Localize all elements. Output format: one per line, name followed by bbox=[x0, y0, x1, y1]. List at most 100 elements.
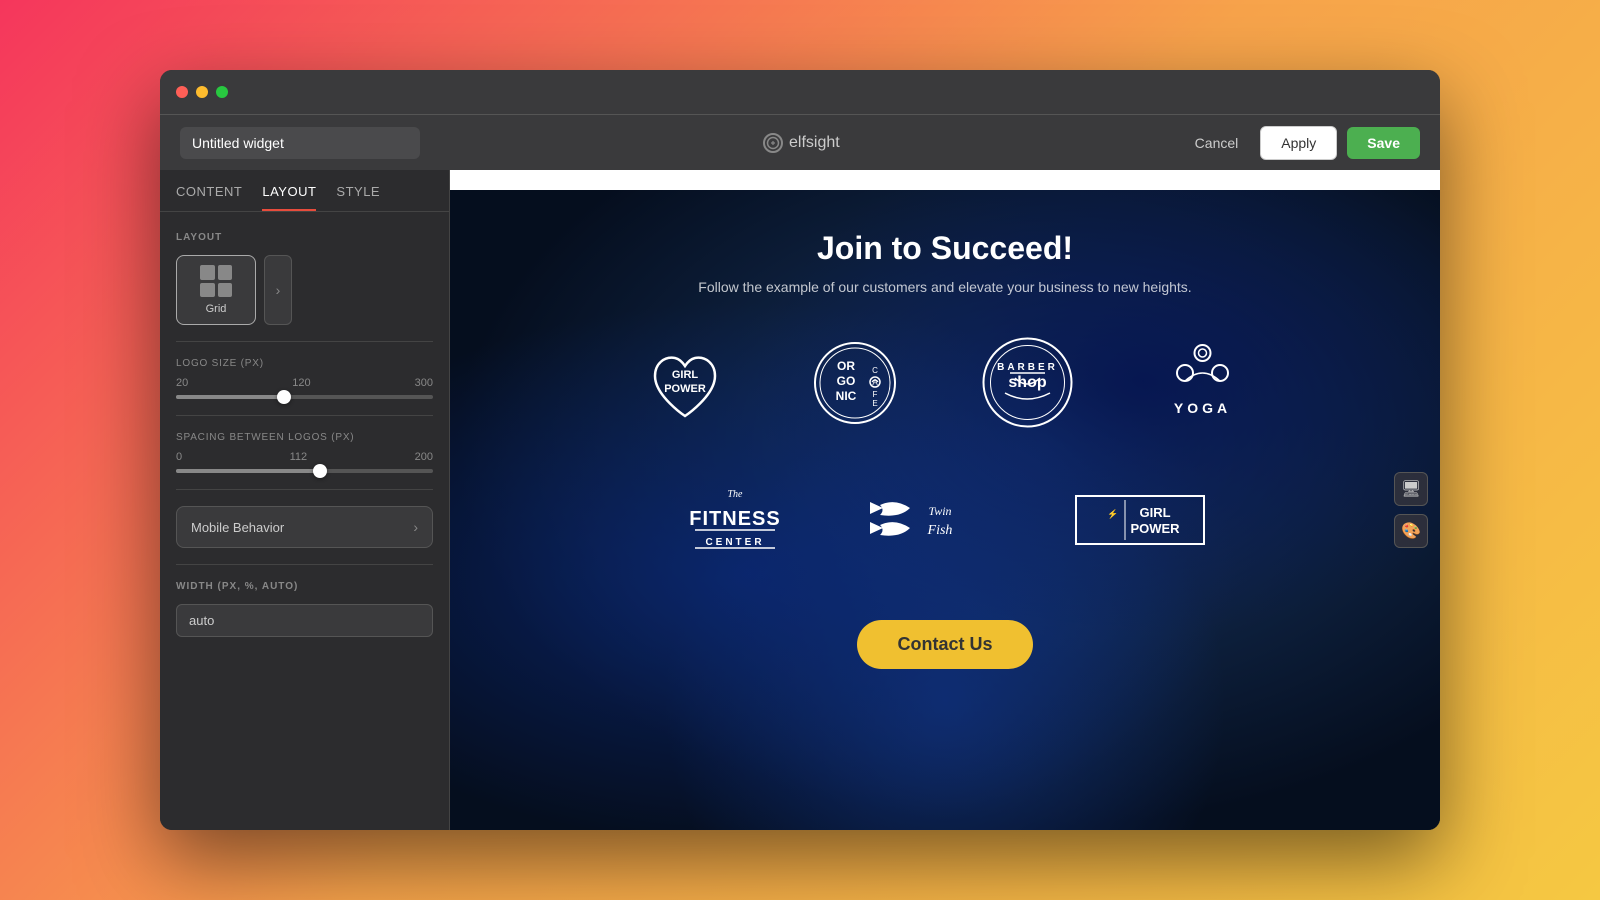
svg-text:GIRL: GIRL bbox=[672, 369, 699, 381]
logo-barber: BARBER shop bbox=[980, 335, 1075, 430]
apply-button[interactable]: Apply bbox=[1260, 126, 1337, 160]
traffic-lights bbox=[176, 86, 228, 98]
svg-text:Fish: Fish bbox=[927, 523, 953, 538]
svg-text:GIRL: GIRL bbox=[1139, 505, 1170, 520]
logo-size-fill bbox=[176, 395, 284, 399]
width-input[interactable] bbox=[176, 604, 433, 637]
spacing-label: SPACING BETWEEN LOGOS (PX) bbox=[176, 432, 433, 443]
logo-girl-power-2: ⚡ GIRL POWER bbox=[1075, 495, 1205, 545]
contact-button[interactable]: Contact Us bbox=[857, 620, 1032, 669]
svg-text:F: F bbox=[873, 390, 878, 399]
svg-text:FITNESS: FITNESS bbox=[689, 508, 780, 530]
logo-size-range-labels: 20 120 300 bbox=[176, 377, 433, 389]
preview-top-bar bbox=[450, 170, 1440, 190]
spacing-thumb[interactable] bbox=[313, 464, 327, 478]
cancel-button[interactable]: Cancel bbox=[1183, 127, 1251, 159]
mobile-behavior-row[interactable]: Mobile Behavior › bbox=[176, 506, 433, 548]
monitor-tool-button[interactable]: 🖥 bbox=[1394, 472, 1428, 506]
svg-text:POWER: POWER bbox=[1130, 521, 1180, 536]
layout-options-row: Grid › bbox=[176, 255, 433, 325]
tab-style[interactable]: STYLE bbox=[336, 184, 380, 211]
logo-row-1: GIRL POWER OR GO NIC bbox=[640, 335, 1250, 430]
grid-cell bbox=[200, 265, 215, 280]
svg-text:GO: GO bbox=[837, 374, 856, 388]
preview-subheading: Follow the example of our customers and … bbox=[698, 279, 1191, 295]
logo-organic: OR GO NIC C A F E bbox=[810, 338, 900, 428]
layout-section-label: LAYOUT bbox=[176, 232, 433, 243]
spacing-track[interactable] bbox=[176, 469, 433, 473]
theme-tool-button[interactable]: 🎨 bbox=[1394, 514, 1428, 548]
svg-text:OR: OR bbox=[837, 359, 855, 373]
layout-grid-card[interactable]: Grid bbox=[176, 255, 256, 325]
sidebar-tabs: CONTENT LAYOUT STYLE bbox=[160, 170, 449, 212]
logo-size-label: LOGO SIZE (PX) bbox=[176, 358, 433, 369]
tab-content[interactable]: CONTENT bbox=[176, 184, 242, 211]
save-button[interactable]: Save bbox=[1347, 127, 1420, 159]
svg-text:⚡: ⚡ bbox=[1107, 508, 1118, 520]
mobile-behavior-chevron: › bbox=[413, 519, 418, 535]
spacing-range-labels: 0 112 200 bbox=[176, 451, 433, 463]
logo-size-track[interactable] bbox=[176, 395, 433, 399]
elfsight-logo: elfsight bbox=[763, 133, 840, 153]
sidebar: CONTENT LAYOUT STYLE LAYOUT Grid bbox=[160, 170, 450, 830]
svg-text:NIC: NIC bbox=[836, 389, 857, 403]
logo-twin-fish: Twin Fish bbox=[865, 490, 995, 550]
sidebar-content: LAYOUT Grid › bbox=[160, 212, 449, 830]
logo-size-slider-section: LOGO SIZE (PX) 20 120 300 bbox=[176, 358, 433, 399]
svg-text:YOGA: YOGA bbox=[1174, 400, 1231, 416]
spacing-max: 200 bbox=[415, 451, 433, 463]
elfsight-icon bbox=[763, 133, 783, 153]
spacing-fill bbox=[176, 469, 320, 473]
svg-text:E: E bbox=[872, 399, 877, 408]
divider-4 bbox=[176, 564, 433, 565]
divider-3 bbox=[176, 489, 433, 490]
svg-text:C: C bbox=[872, 366, 878, 375]
logo-fitness: The FITNESS CENTER bbox=[685, 470, 785, 570]
widget-title-input[interactable] bbox=[180, 127, 420, 159]
traffic-light-close[interactable] bbox=[176, 86, 188, 98]
divider-2 bbox=[176, 415, 433, 416]
app-body: CONTENT LAYOUT STYLE LAYOUT Grid bbox=[160, 170, 1440, 830]
logo-row-2: The FITNESS CENTER bbox=[685, 470, 1205, 570]
svg-text:The: The bbox=[728, 489, 744, 500]
preview-area: Join to Succeed! Follow the example of o… bbox=[450, 170, 1440, 830]
logo-size-thumb[interactable] bbox=[277, 390, 291, 404]
tab-layout[interactable]: LAYOUT bbox=[262, 184, 316, 211]
logo-size-max: 300 bbox=[415, 377, 433, 389]
grid-cell bbox=[218, 265, 233, 280]
width-section: WIDTH (PX, %, AUTO) bbox=[176, 581, 433, 637]
chevron-right-icon: › bbox=[276, 282, 281, 298]
layout-next-button[interactable]: › bbox=[264, 255, 292, 325]
preview-tools: 🖥 🎨 bbox=[1394, 472, 1428, 548]
svg-text:POWER: POWER bbox=[664, 383, 706, 395]
brush-icon: 🎨 bbox=[1401, 521, 1421, 541]
grid-icon bbox=[200, 265, 232, 297]
main-toolbar: elfsight Cancel Apply Save bbox=[160, 114, 1440, 170]
preview-inner: Join to Succeed! Follow the example of o… bbox=[450, 190, 1440, 699]
preview-content: Join to Succeed! Follow the example of o… bbox=[450, 190, 1440, 830]
monitor-icon: 🖥 bbox=[1401, 479, 1421, 499]
spacing-min: 0 bbox=[176, 451, 182, 463]
logo-size-min: 20 bbox=[176, 377, 188, 389]
logo-yoga: YOGA bbox=[1155, 335, 1250, 430]
browser-window: elfsight Cancel Apply Save CONTENT LAYOU… bbox=[160, 70, 1440, 830]
logo-size-value: 120 bbox=[292, 377, 310, 389]
width-label: WIDTH (PX, %, AUTO) bbox=[176, 581, 433, 592]
preview-heading: Join to Succeed! bbox=[817, 230, 1073, 267]
toolbar-actions: Cancel Apply Save bbox=[1183, 126, 1420, 160]
traffic-light-minimize[interactable] bbox=[196, 86, 208, 98]
grid-label: Grid bbox=[206, 303, 227, 315]
elfsight-text: elfsight bbox=[789, 134, 840, 152]
divider-1 bbox=[176, 341, 433, 342]
svg-text:shop: shop bbox=[1008, 374, 1046, 391]
spacing-slider-section: SPACING BETWEEN LOGOS (PX) 0 112 200 bbox=[176, 432, 433, 473]
grid-cell bbox=[200, 283, 215, 298]
mobile-behavior-label: Mobile Behavior bbox=[191, 520, 284, 535]
spacing-value: 112 bbox=[290, 451, 308, 463]
toolbar-center: elfsight bbox=[420, 133, 1183, 153]
traffic-light-fullscreen[interactable] bbox=[216, 86, 228, 98]
grid-cell bbox=[218, 283, 233, 298]
title-bar bbox=[160, 70, 1440, 114]
svg-text:CENTER: CENTER bbox=[705, 537, 764, 548]
logo-girl-power: GIRL POWER bbox=[640, 338, 730, 428]
